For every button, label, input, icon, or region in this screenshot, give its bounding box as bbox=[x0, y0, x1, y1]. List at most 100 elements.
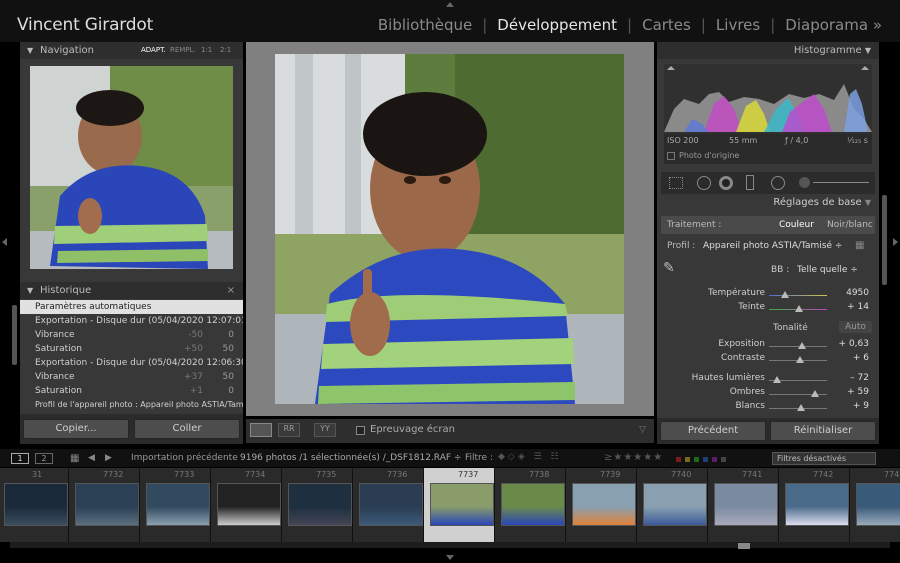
color-filter[interactable] bbox=[676, 455, 766, 462]
loupe-view-icon[interactable] bbox=[250, 423, 272, 437]
slider-6[interactable]: Blancs + 9 bbox=[657, 401, 877, 415]
navigator-preview[interactable] bbox=[30, 66, 233, 269]
module-map[interactable]: Cartes bbox=[642, 16, 691, 34]
right-panel-toggle-icon[interactable] bbox=[893, 238, 898, 246]
slider-2[interactable]: Exposition + 0,63 bbox=[657, 339, 877, 353]
before-after-swap-icon[interactable]: YY bbox=[314, 423, 336, 437]
history-clear-icon[interactable]: × bbox=[227, 282, 235, 299]
zoom-1-1[interactable]: 1:1 bbox=[201, 42, 212, 59]
zoom-fit[interactable]: ADAPT. bbox=[141, 42, 166, 59]
filmstrip-bar: 1 2 ▦ ◀ ▶ Importation précédente 9196 ph… bbox=[0, 449, 900, 467]
screen-2-button[interactable]: 2 bbox=[35, 453, 53, 464]
left-button-bar: Copier... Coller bbox=[20, 414, 243, 444]
filmstrip-thumbnail[interactable]: 7734 bbox=[211, 468, 282, 542]
filmstrip-thumbnail[interactable]: 7738 bbox=[495, 468, 566, 542]
filmstrip-thumbnail[interactable]: 7742 bbox=[779, 468, 850, 542]
slider-value[interactable]: + 0,63 bbox=[839, 339, 869, 349]
filmstrip-thumbnail[interactable]: 7740 bbox=[637, 468, 708, 542]
slider-value[interactable]: 4950 bbox=[846, 288, 869, 298]
filmstrip-thumbnail[interactable]: 7736 bbox=[353, 468, 424, 542]
thumbnail-number: 7736 bbox=[387, 470, 408, 479]
filmstrip-scroll-thumb[interactable] bbox=[738, 543, 750, 549]
slider-knob[interactable] bbox=[795, 356, 804, 363]
zoom-fill[interactable]: REMPL. bbox=[170, 42, 196, 59]
grid-view-icon[interactable]: ▦ bbox=[70, 453, 79, 464]
thumbnail-number: 7737 bbox=[458, 470, 479, 479]
slider-label: Contraste bbox=[721, 353, 765, 363]
thumbnail-number: 7734 bbox=[245, 470, 266, 479]
filmstrip-thumbnail[interactable]: 7733 bbox=[140, 468, 211, 542]
slider-value[interactable]: + 59 bbox=[847, 387, 869, 397]
navigator-header[interactable]: ▼ Navigation ADAPT. REMPL. 1:1 2:1 bbox=[20, 42, 243, 59]
top-bar: Vincent Girardot Bibliothèque | Développe… bbox=[0, 0, 900, 42]
left-scrollbar[interactable] bbox=[12, 305, 17, 365]
toolbar-menu-icon[interactable]: ▽ bbox=[639, 425, 646, 435]
zoom-2-1[interactable]: 2:1 bbox=[220, 42, 231, 59]
slider-value[interactable]: + 6 bbox=[853, 353, 869, 363]
filmstrip-thumbnail[interactable]: 31 bbox=[0, 468, 69, 542]
previous-button[interactable]: Précédent bbox=[660, 421, 766, 441]
forward-arrow-icon[interactable]: ▶ bbox=[105, 453, 112, 463]
slider-knob[interactable] bbox=[795, 305, 804, 312]
photo-count[interactable]: 9196 photos /1 sélectionnée(s) /_DSF1812… bbox=[240, 453, 461, 463]
slider-knob[interactable] bbox=[796, 404, 805, 411]
auto-tone-button[interactable]: Auto bbox=[839, 321, 872, 333]
module-book[interactable]: Livres bbox=[716, 16, 760, 34]
module-slideshow[interactable]: Diaporama » bbox=[785, 16, 882, 34]
module-library[interactable]: Bibliothèque bbox=[378, 16, 472, 34]
flag-filter-icons[interactable]: ◆◇◈ ☰ ☷ bbox=[498, 452, 562, 462]
filter-select[interactable]: Filtres désactivés bbox=[772, 452, 876, 465]
navigator-title: Navigation bbox=[40, 45, 94, 56]
filmstrip-thumbnail[interactable]: 7735 bbox=[282, 468, 353, 542]
right-scrollbar[interactable] bbox=[882, 195, 887, 285]
thumbnail-number: 7738 bbox=[529, 470, 550, 479]
right-panel: Histogramme ▼ ISO 200 55 mm ƒ / 4,0 ¹⁄₁₂… bbox=[657, 42, 879, 444]
history-item[interactable]: Exportation - Disque dur (05/04/2020 12:… bbox=[20, 314, 243, 328]
source-label[interactable]: Importation précédente bbox=[131, 453, 238, 463]
slider-track[interactable] bbox=[769, 295, 827, 296]
slider-4[interactable]: Hautes lumières – 72 bbox=[657, 373, 877, 387]
module-develop[interactable]: Développement bbox=[497, 16, 617, 34]
slider-knob[interactable] bbox=[798, 342, 807, 349]
reset-button[interactable]: Réinitialiser bbox=[770, 421, 876, 441]
identity-plate: Vincent Girardot bbox=[17, 15, 154, 35]
left-panel-toggle-icon[interactable] bbox=[2, 238, 7, 246]
back-arrow-icon[interactable]: ◀ bbox=[88, 453, 95, 463]
main-photo[interactable] bbox=[275, 54, 624, 404]
history-header[interactable]: ▼ Historique × bbox=[20, 282, 243, 299]
basic-sliders: Température 4950 Teinte + 14 Exposition + 0,6… bbox=[657, 42, 879, 444]
slider-0[interactable]: Température 4950 bbox=[657, 288, 877, 302]
slider-knob[interactable] bbox=[781, 291, 790, 298]
filmstrip-thumbnail[interactable]: 7732 bbox=[69, 468, 140, 542]
filmstrip-thumbnail[interactable]: 7741 bbox=[708, 468, 779, 542]
history-item[interactable]: Vibrance +37 50 bbox=[20, 370, 243, 384]
filmstrip-thumbnail[interactable]: 7743 bbox=[850, 468, 900, 542]
slider-value[interactable]: + 9 bbox=[853, 401, 869, 411]
slider-value[interactable]: + 14 bbox=[847, 302, 869, 312]
filmstrip-thumbnail[interactable]: 7739 bbox=[566, 468, 637, 542]
slider-knob[interactable] bbox=[811, 390, 820, 397]
history-item[interactable]: Exportation - Disque dur (05/04/2020 12:… bbox=[20, 356, 243, 370]
history-item[interactable]: Paramètres automatiques bbox=[20, 300, 243, 314]
thumbnail-image bbox=[288, 483, 352, 526]
history-item[interactable]: Vibrance -50 0 bbox=[20, 328, 243, 342]
history-title: Historique bbox=[40, 285, 92, 296]
top-panel-toggle-icon[interactable] bbox=[446, 2, 454, 7]
bottom-panel-toggle-icon[interactable] bbox=[446, 555, 454, 560]
slider-1[interactable]: Teinte + 14 bbox=[657, 302, 877, 316]
softproof-checkbox[interactable] bbox=[356, 426, 365, 435]
history-item[interactable]: Saturation +1 0 bbox=[20, 384, 243, 398]
slider-5[interactable]: Ombres + 59 bbox=[657, 387, 877, 401]
star-filter-icons[interactable]: ≥★★★★★ bbox=[604, 452, 663, 463]
paste-button[interactable]: Coller bbox=[134, 419, 240, 439]
screen-1-button[interactable]: 1 bbox=[11, 453, 29, 464]
filmstrip-thumbnail[interactable]: 7737 bbox=[424, 468, 495, 542]
slider-value[interactable]: – 72 bbox=[850, 373, 869, 383]
thumbnail-number: 7735 bbox=[316, 470, 337, 479]
slider-3[interactable]: Contraste + 6 bbox=[657, 353, 877, 367]
history-item[interactable]: Saturation +50 50 bbox=[20, 342, 243, 356]
copy-button[interactable]: Copier... bbox=[23, 419, 129, 439]
before-after-icon[interactable]: RR bbox=[278, 423, 300, 437]
history-item[interactable]: Profil de l'appareil photo : Appareil ph… bbox=[20, 398, 243, 412]
slider-knob[interactable] bbox=[773, 376, 782, 383]
